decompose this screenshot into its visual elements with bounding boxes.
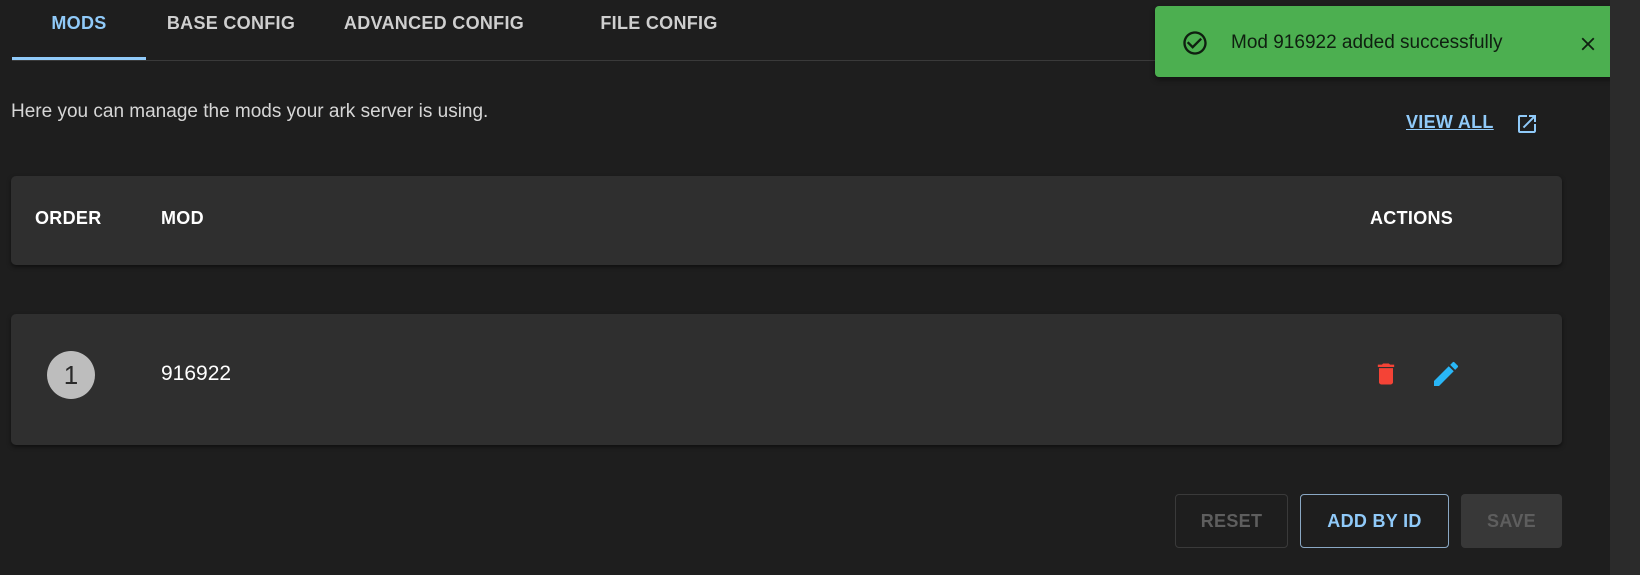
edit-icon[interactable]	[1430, 358, 1462, 390]
page: MODS BASE CONFIG ADVANCED CONFIG FILE CO…	[0, 0, 1625, 575]
tab-advanced-config[interactable]: ADVANCED CONFIG	[328, 0, 540, 60]
active-tab-indicator	[12, 57, 146, 60]
delete-icon[interactable]	[1372, 358, 1400, 390]
reset-button[interactable]: RESET	[1175, 494, 1288, 548]
view-all-link[interactable]: VIEW ALL	[1406, 112, 1494, 133]
toast-message: Mod 916922 added successfully	[1231, 32, 1503, 53]
scrollbar[interactable]	[1610, 0, 1640, 575]
tab-mods[interactable]: MODS	[12, 0, 146, 60]
order-badge: 1	[47, 351, 95, 399]
close-icon[interactable]	[1577, 33, 1599, 55]
add-by-id-button[interactable]: ADD BY ID	[1300, 494, 1449, 548]
column-header-actions: ACTIONS	[1370, 208, 1454, 228]
table-row	[11, 314, 1562, 445]
success-toast: Mod 916922 added successfully	[1155, 6, 1625, 77]
table-header	[11, 176, 1562, 265]
open-in-new-icon[interactable]	[1515, 112, 1539, 136]
column-header-mod: MOD	[161, 208, 204, 228]
intro-text: Here you can manage the mods your ark se…	[11, 101, 489, 122]
mod-id: 916922	[161, 362, 232, 385]
save-button[interactable]: SAVE	[1461, 494, 1562, 548]
tab-base-config[interactable]: BASE CONFIG	[151, 0, 311, 60]
check-circle-icon	[1183, 31, 1207, 55]
column-header-order: ORDER	[35, 208, 102, 228]
tab-file-config[interactable]: FILE CONFIG	[589, 0, 729, 60]
